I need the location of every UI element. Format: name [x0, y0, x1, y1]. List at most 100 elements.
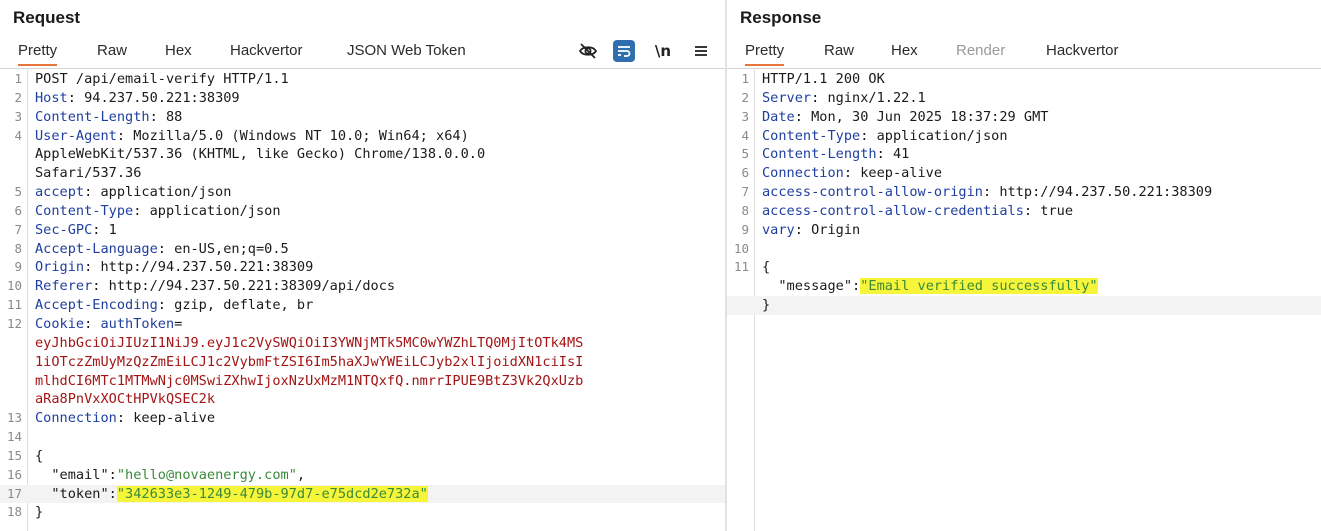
request-token: : http://94.237.50.221:38309/api/docs	[92, 278, 396, 295]
request-line-number: 1	[14, 71, 22, 86]
response-line: 4 Content-Type: application/json	[727, 127, 1321, 146]
newline-toggle-icon[interactable]: \n	[652, 40, 674, 62]
request-token: authToken	[100, 315, 175, 332]
response-line-number: 8	[741, 202, 749, 218]
request-line-number: 2	[14, 89, 22, 105]
response-line-code: {	[762, 258, 1321, 277]
response-tab-raw[interactable]: Raw	[824, 42, 854, 64]
request-title: Request	[13, 8, 81, 27]
request-tab-hackvertor[interactable]: Hackvertor	[230, 42, 303, 64]
request-pane: Request Pretty Raw Hex Hackvertor JSON W…	[0, 0, 725, 531]
response-token: : Origin	[794, 221, 861, 238]
request-token: : gzip, deflate, br	[157, 297, 314, 314]
request-line-code: accept: application/json	[35, 183, 725, 202]
response-token: Connection	[762, 165, 844, 182]
response-line-number: 7	[741, 184, 749, 200]
request-line-code: "token":"342633e3-1249-479b-97d7-e75dcd2…	[35, 485, 725, 504]
response-token: : http://94.237.50.221:38309	[982, 184, 1213, 201]
request-line-code: Content-Length: 88	[35, 108, 725, 127]
request-line-code: eyJhbGciOiJIUzI1NiJ9.eyJ1c2VySWQiOiI3YWN…	[35, 334, 725, 353]
request-line: 1 POST /api/email-verify HTTP/1.1	[0, 70, 725, 89]
request-token: eyJhbGciOiJIUzI1NiJ9.eyJ1c2VySWQiOiI3YWN…	[35, 334, 584, 351]
request-token: : http://94.237.50.221:38309	[84, 259, 314, 276]
hide-icon-graphic	[578, 43, 598, 59]
request-line: 17 "token":"342633e3-1249-479b-97d7-e75d…	[0, 484, 725, 504]
response-tab-pretty[interactable]: Pretty	[745, 42, 785, 66]
response-token: : application/json	[860, 127, 1008, 144]
request-token: :	[84, 315, 101, 332]
request-line-number: 7	[14, 221, 22, 237]
wrap-lines-icon-graphic	[618, 46, 631, 57]
request-line: 13 Connection: keep-alive	[0, 409, 725, 428]
response-token: HTTP/1.1 200 OK	[762, 71, 885, 87]
response-line: 5 Content-Length: 41	[727, 145, 1321, 164]
request-line-code: Accept-Encoding: gzip, deflate, br	[35, 296, 725, 315]
request-line-code: 1iOTczZmUyMzQzZmEiLCJ1c2VybmFtZSI6Im5haX…	[35, 353, 725, 372]
wrap-lines-icon[interactable]	[613, 40, 635, 62]
response-token: Content-Length	[762, 146, 877, 163]
response-line: 9 vary: Origin	[727, 221, 1321, 240]
request-line: 16 "email":"hello@novaenergy.com",	[0, 466, 725, 485]
request-token: User-Agent	[35, 127, 117, 144]
response-token: access-control-allow-credentials	[762, 202, 1024, 219]
request-token: {	[35, 447, 44, 464]
request-line: 3 Content-Length: 88	[0, 108, 725, 127]
response-editor[interactable]: 1 HTTP/1.1 200 OK 2 Server: nginx/1.22.1 3 Da…	[727, 70, 1321, 531]
response-token: }	[762, 297, 771, 314]
request-token: : 1	[92, 221, 117, 238]
response-token: : nginx/1.22.1	[811, 89, 926, 106]
request-line-number: 9	[14, 259, 22, 275]
request-line: AppleWebKit/537.36 (KHTML, like Gecko) C…	[0, 145, 725, 164]
menu-icon[interactable]	[690, 40, 712, 62]
response-line-code: }	[762, 296, 1321, 315]
menu-icon-graphic	[695, 46, 707, 56]
response-line-number: 6	[741, 165, 749, 181]
request-line-number: 14	[6, 429, 22, 445]
request-tab-pretty[interactable]: Pretty	[18, 42, 58, 66]
request-line-code: Origin: http://94.237.50.221:38309	[35, 258, 725, 277]
request-editor[interactable]: 1 POST /api/email-verify HTTP/1.1 2 Host: 9…	[0, 70, 725, 531]
request-line-number: 4	[14, 127, 22, 143]
response-token: : Mon, 30 Jun 2025 18:37:29 GMT	[794, 108, 1049, 125]
response-token: vary	[762, 221, 795, 238]
request-line-code: POST /api/email-verify HTTP/1.1	[35, 70, 725, 89]
request-token: Sec-GPC	[35, 221, 93, 238]
request-line-number: 18	[6, 504, 22, 520]
response-token: Server	[762, 89, 812, 106]
response-line: 11 {	[727, 258, 1321, 277]
response-tab-render[interactable]: Render	[956, 42, 1005, 64]
request-tab-json-web-token[interactable]: JSON Web Token	[347, 42, 466, 64]
hide-icon[interactable]	[577, 40, 599, 62]
request-token: : en-US,en;q=0.5	[157, 240, 289, 257]
request-token: }	[35, 504, 44, 521]
request-token: Safari/537.36	[35, 165, 142, 182]
request-token: 1iOTczZmUyMzQzZmEiLCJ1c2VybmFtZSI6Im5haX…	[35, 353, 584, 370]
request-line-code: "email":"hello@novaenergy.com",	[35, 466, 725, 485]
response-token: Content-Type	[762, 127, 861, 144]
response-tab-hex[interactable]: Hex	[891, 42, 918, 64]
request-token: aRa8PnVxXOCtHPVkQSEC2k	[35, 391, 216, 408]
request-tab-raw[interactable]: Raw	[97, 42, 127, 64]
request-line: mlhdCI6MTc1MTMwNjc0MSwiZXhwIjoxNzUxMzM1N…	[0, 372, 725, 391]
request-token: Cookie	[35, 315, 85, 332]
response-line-number: 5	[741, 146, 749, 162]
response-token: : keep-alive	[843, 165, 943, 182]
request-token: =	[174, 315, 183, 332]
response-tabs: Pretty Raw Hex Render Hackvertor	[727, 38, 1321, 69]
request-line-number: 11	[6, 297, 22, 313]
request-line-number: 3	[14, 108, 22, 124]
response-line-code: vary: Origin	[762, 221, 1321, 240]
response-title: Response	[740, 8, 822, 27]
request-line-number: 16	[6, 466, 22, 482]
request-line-number: 5	[14, 184, 22, 200]
request-line: Safari/537.36	[0, 164, 725, 183]
response-tab-hackvertor[interactable]: Hackvertor	[1046, 42, 1119, 64]
response-token: : true	[1023, 202, 1074, 219]
request-token: "hello@novaenergy.com"	[116, 466, 297, 483]
response-line-number: 3	[741, 108, 749, 124]
request-token: : application/json	[133, 202, 281, 219]
request-tab-hex[interactable]: Hex	[165, 42, 192, 64]
request-line-code: AppleWebKit/537.36 (KHTML, like Gecko) C…	[35, 145, 725, 164]
request-line: 15 {	[0, 447, 725, 466]
request-line-code: Host: 94.237.50.221:38309	[35, 89, 725, 108]
